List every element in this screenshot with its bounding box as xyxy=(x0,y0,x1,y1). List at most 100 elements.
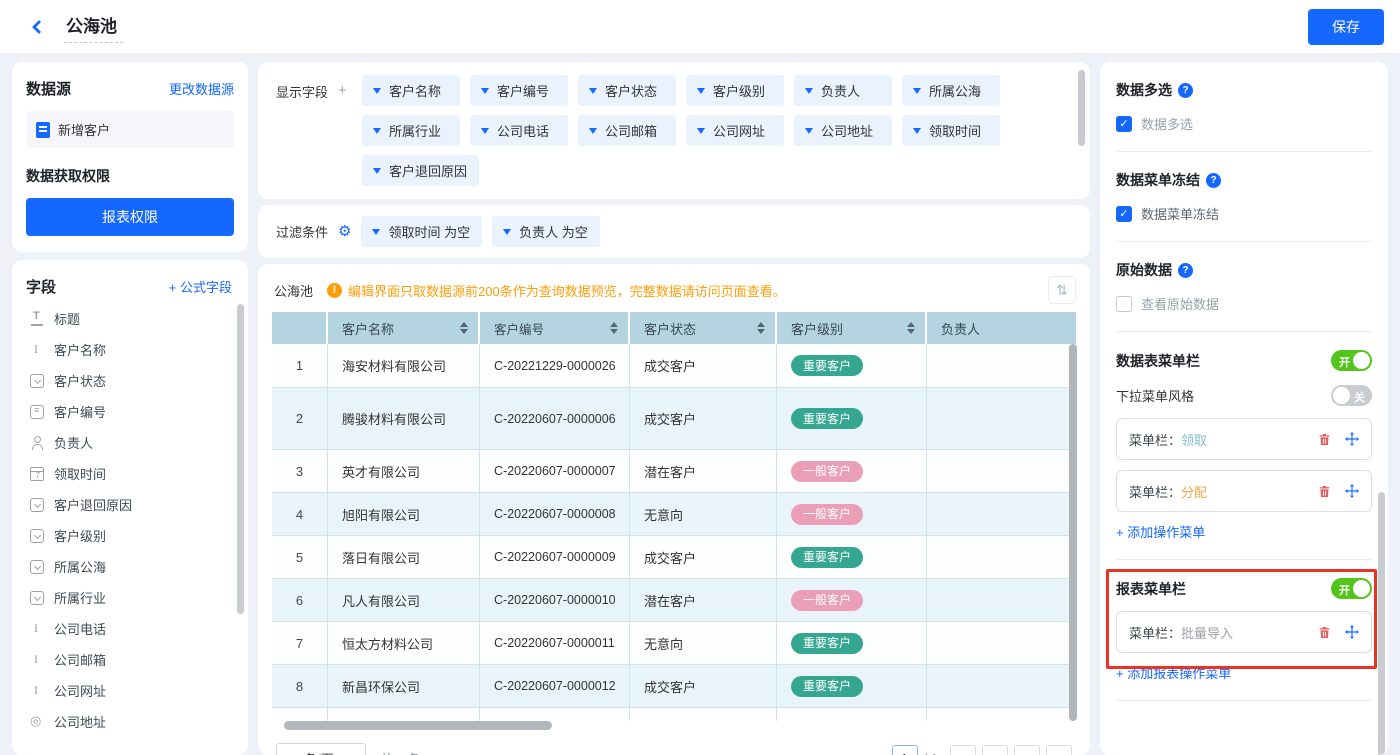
menu-freeze-checkbox-row[interactable]: 数据菜单冻结 xyxy=(1116,204,1372,223)
chevron-down-icon xyxy=(805,128,813,134)
menu-bar-item[interactable]: 菜单栏：批量导入 xyxy=(1116,611,1372,653)
page-title[interactable]: 公海池 xyxy=(64,10,123,43)
display-fields-label: 显示字段 xyxy=(276,75,328,186)
field-item-label: 客户名称 xyxy=(54,340,106,359)
move-icon[interactable] xyxy=(1345,432,1359,446)
display-field-chip[interactable]: 领取时间 xyxy=(902,115,1000,146)
display-field-chip[interactable]: 所属公海 xyxy=(902,75,1000,106)
back-button[interactable] xyxy=(26,16,48,38)
display-field-chip[interactable]: 公司邮箱 xyxy=(578,115,676,146)
owner-cell xyxy=(927,450,1076,493)
dropdown-style-toggle[interactable]: 关 xyxy=(1331,385,1372,406)
sort-order-button[interactable]: ⇅ xyxy=(1048,276,1076,304)
change-datasource-link[interactable]: 更改数据源 xyxy=(169,79,234,98)
datasource-item[interactable]: 新增客户 xyxy=(26,111,234,148)
table-column-header[interactable]: 客户级别 xyxy=(777,312,927,344)
field-item[interactable]: 客户名称 xyxy=(26,334,242,365)
move-icon[interactable] xyxy=(1345,484,1359,498)
multi-select-checkbox-row[interactable]: 数据多选 xyxy=(1116,114,1372,133)
field-item[interactable]: 公司邮箱 xyxy=(26,644,242,675)
raw-data-checkbox-row[interactable]: 查看原始数据 xyxy=(1116,294,1372,313)
field-item[interactable]: 联系人信息 xyxy=(26,737,242,745)
help-icon[interactable]: ? xyxy=(1178,83,1193,98)
help-icon[interactable]: ? xyxy=(1178,263,1193,278)
formula-field-link[interactable]: + 公式字段 xyxy=(169,277,232,296)
table-column-header[interactable]: 负责人 xyxy=(927,312,1076,344)
display-field-chip[interactable]: 公司网址 xyxy=(686,115,784,146)
horizontal-scrollbar[interactable] xyxy=(284,721,552,730)
trash-icon[interactable] xyxy=(1318,485,1331,498)
report-permission-button[interactable]: 报表权限 xyxy=(26,198,234,236)
display-field-chip[interactable]: 客户名称 xyxy=(362,75,460,106)
table-menu-toggle[interactable]: 开 xyxy=(1331,350,1372,371)
trash-icon[interactable] xyxy=(1318,626,1331,639)
customer-status-cell: 成交客户 xyxy=(630,665,777,708)
raw-data-title: 原始数据 xyxy=(1116,260,1172,280)
checkbox-checked-icon[interactable] xyxy=(1116,206,1132,222)
table-column-header[interactable]: 客户状态 xyxy=(630,312,777,344)
save-button[interactable]: 保存 xyxy=(1308,9,1384,45)
panel-scrollbar[interactable] xyxy=(1078,70,1085,146)
sort-carets-icon[interactable] xyxy=(751,322,765,334)
prev-page-button[interactable]: ‹ xyxy=(982,745,1008,755)
filter-chip[interactable]: 领取时间 为空 xyxy=(361,216,482,247)
sort-carets-icon[interactable] xyxy=(454,322,468,334)
field-item[interactable]: 客户编号 xyxy=(26,396,242,427)
table-title: 公海池 xyxy=(274,281,313,300)
first-page-button[interactable]: « xyxy=(950,745,976,755)
display-field-chip[interactable]: 客户编号 xyxy=(470,75,568,106)
fields-card: 字段 + 公式字段 标题客户名称客户状态客户编号负责人领取时间客户退回原因客户级… xyxy=(12,260,248,755)
field-item[interactable]: 所属公海 xyxy=(26,551,242,582)
page-size-select[interactable]: 20 条/页 xyxy=(276,743,366,755)
field-item[interactable]: 领取时间 xyxy=(26,458,242,489)
field-item[interactable]: 客户状态 xyxy=(26,365,242,396)
field-item[interactable]: 负责人 xyxy=(26,427,242,458)
checkbox-checked-icon[interactable] xyxy=(1116,116,1132,132)
add-display-field-button[interactable]: + xyxy=(338,75,352,186)
sort-carets-icon[interactable] xyxy=(901,322,915,334)
filter-chip[interactable]: 负责人 为空 xyxy=(492,216,600,247)
checkbox-unchecked-icon[interactable] xyxy=(1116,296,1132,312)
field-item[interactable]: 所属行业 xyxy=(26,582,242,613)
field-item[interactable]: 公司电话 xyxy=(26,613,242,644)
cell xyxy=(272,708,328,721)
last-page-button[interactable]: » xyxy=(1046,745,1072,755)
display-field-chip[interactable]: 负责人 xyxy=(794,75,892,106)
field-item[interactable]: 公司地址 xyxy=(26,706,242,737)
table-vertical-scrollbar[interactable] xyxy=(1069,344,1077,721)
trash-icon[interactable] xyxy=(1318,433,1331,446)
menu-bar-prefix: 菜单栏： xyxy=(1129,482,1181,501)
display-field-chip[interactable]: 公司地址 xyxy=(794,115,892,146)
display-field-chip[interactable]: 客户级别 xyxy=(686,75,784,106)
display-field-chip[interactable]: 客户退回原因 xyxy=(362,155,479,186)
raw-data-checkbox-label: 查看原始数据 xyxy=(1141,294,1219,313)
divider xyxy=(1116,151,1372,152)
display-field-chip[interactable]: 公司电话 xyxy=(470,115,568,146)
level-badge: 一般客户 xyxy=(791,504,863,525)
customer-name-cell: 英才有限公司 xyxy=(328,450,480,493)
table-column-header[interactable]: 客户编号 xyxy=(480,312,630,344)
add-report-menu-link[interactable]: + 添加报表操作菜单 xyxy=(1116,663,1372,682)
field-item[interactable]: 标题 xyxy=(26,303,242,334)
filter-card: 过滤条件 ⚙ 领取时间 为空负责人 为空 xyxy=(258,205,1090,258)
field-item[interactable]: 客户退回原因 xyxy=(26,489,242,520)
menu-bar-item[interactable]: 菜单栏：分配 xyxy=(1116,470,1372,512)
field-item[interactable]: 公司网址 xyxy=(26,675,242,706)
help-icon[interactable]: ? xyxy=(1206,173,1221,188)
sort-desc-icon xyxy=(907,329,915,334)
sort-carets-icon[interactable] xyxy=(604,322,618,334)
field-item[interactable]: 客户级别 xyxy=(26,520,242,551)
menu-bar-item[interactable]: 菜单栏：领取 xyxy=(1116,418,1372,460)
settings-scrollbar[interactable] xyxy=(1378,492,1385,755)
report-menu-toggle[interactable]: 开 xyxy=(1331,578,1372,599)
fields-scrollbar[interactable] xyxy=(237,304,244,614)
next-page-button[interactable]: › xyxy=(1014,745,1040,755)
move-icon[interactable] xyxy=(1345,625,1359,639)
current-page-input[interactable]: 1 xyxy=(892,745,918,755)
display-field-chip[interactable]: 客户状态 xyxy=(578,75,676,106)
table-column-header[interactable]: 客户名称 xyxy=(328,312,480,344)
gear-icon[interactable]: ⚙ xyxy=(338,224,351,239)
level-badge: 一般客户 xyxy=(791,590,863,611)
display-field-chip[interactable]: 所属行业 xyxy=(362,115,460,146)
add-action-menu-link[interactable]: + 添加操作菜单 xyxy=(1116,522,1372,541)
